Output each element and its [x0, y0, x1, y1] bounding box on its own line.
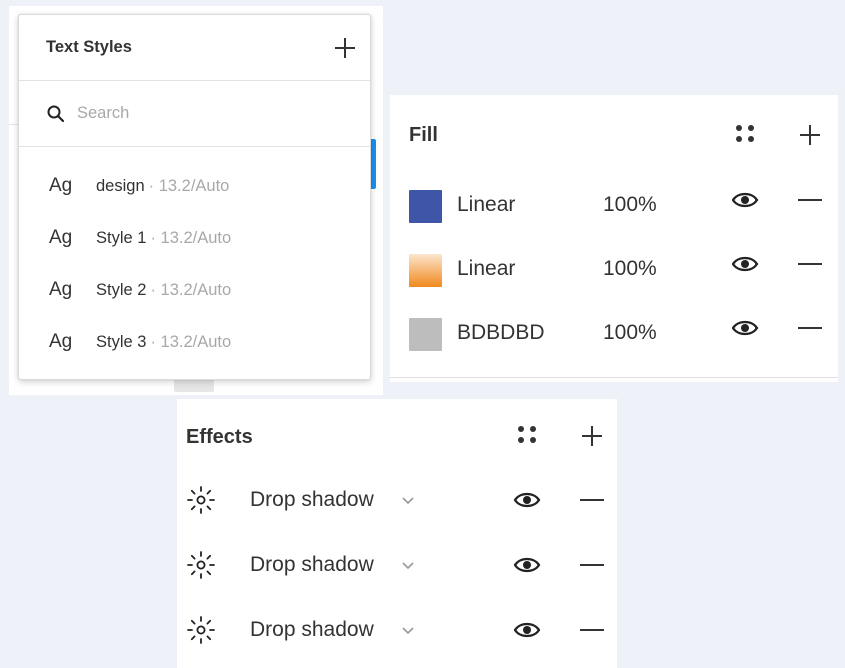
- effect-type-label[interactable]: Drop shadow: [250, 553, 374, 577]
- text-style-name: Style 2: [96, 280, 147, 299]
- text-style-meta: · 13.2/Auto: [150, 332, 232, 351]
- effect-type-label[interactable]: Drop shadow: [250, 618, 374, 642]
- eye-icon[interactable]: [731, 190, 759, 210]
- fill-panel: Fill Linear 100% Linear 100% BDBDBD 100%: [390, 95, 838, 382]
- text-style-ag-icon: Ag: [49, 279, 73, 300]
- text-styles-title: Text Styles: [46, 38, 132, 56]
- fill-type-label[interactable]: Linear: [457, 257, 515, 281]
- style-dots-icon[interactable]: [735, 124, 757, 146]
- eye-icon[interactable]: [513, 490, 541, 510]
- text-style-item[interactable]: Ag design · 13.2/Auto: [19, 160, 370, 212]
- text-style-item[interactable]: Ag Style 2 · 13.2/Auto: [19, 264, 370, 316]
- minus-icon[interactable]: [798, 263, 822, 265]
- chevron-down-icon[interactable]: [401, 496, 415, 506]
- sun-icon[interactable]: [186, 550, 216, 580]
- fill-header: Fill: [390, 95, 838, 175]
- add-fill-icon[interactable]: [799, 124, 821, 146]
- fill-title: Fill: [409, 123, 438, 146]
- fill-row: BDBDBD 100%: [390, 295, 838, 359]
- effect-type-label[interactable]: Drop shadow: [250, 488, 374, 512]
- text-style-name: design: [96, 176, 145, 195]
- sun-icon[interactable]: [186, 615, 216, 645]
- minus-icon[interactable]: [798, 199, 822, 201]
- text-style-item[interactable]: Ag Style 3 · 13.2/Auto: [19, 316, 370, 368]
- add-style-icon[interactable]: [334, 37, 356, 59]
- eye-icon[interactable]: [731, 254, 759, 274]
- effects-title: Effects: [186, 425, 253, 448]
- fill-type-label[interactable]: BDBDBD: [457, 321, 545, 345]
- chevron-down-icon[interactable]: [401, 561, 415, 571]
- style-dots-icon[interactable]: [517, 425, 539, 447]
- sun-icon[interactable]: [186, 485, 216, 515]
- search-input[interactable]: [77, 104, 327, 123]
- minus-icon[interactable]: [580, 564, 604, 566]
- text-style-list: Ag design · 13.2/Auto Ag Style 1 · 13.2/…: [19, 147, 370, 368]
- minus-icon[interactable]: [580, 499, 604, 501]
- text-styles-container: Text Styles Ag design · 13.2/Auto Ag Sty…: [9, 6, 383, 395]
- text-styles-header: Text Styles: [19, 15, 370, 81]
- effect-row: Drop shadow: [177, 615, 617, 668]
- text-style-meta: · 13.2/Auto: [150, 280, 232, 299]
- text-style-ag-icon: Ag: [49, 175, 73, 196]
- fill-opacity[interactable]: 100%: [603, 257, 657, 281]
- text-style-ag-icon: Ag: [49, 227, 73, 248]
- search-icon: [47, 105, 65, 122]
- fill-opacity[interactable]: 100%: [603, 321, 657, 345]
- search-bar: [19, 81, 370, 147]
- effect-row: Drop shadow: [177, 550, 617, 615]
- text-style-name: Style 3: [96, 332, 147, 351]
- fill-swatch[interactable]: [409, 254, 442, 287]
- effect-row: Drop shadow: [177, 485, 617, 550]
- text-styles-dropdown: Text Styles Ag design · 13.2/Auto Ag Sty…: [18, 14, 371, 380]
- minus-icon[interactable]: [798, 327, 822, 329]
- text-style-meta: · 13.2/Auto: [148, 176, 230, 195]
- effects-header: Effects: [177, 399, 617, 475]
- text-style-item[interactable]: Ag Style 1 · 13.2/Auto: [19, 212, 370, 264]
- fill-type-label[interactable]: Linear: [457, 193, 515, 217]
- minus-icon[interactable]: [580, 629, 604, 631]
- fill-opacity[interactable]: 100%: [603, 193, 657, 217]
- fill-row: Linear 100%: [390, 167, 838, 231]
- text-style-meta: · 13.2/Auto: [150, 228, 232, 247]
- text-style-name: Style 1: [96, 228, 147, 247]
- text-style-ag-icon: Ag: [49, 331, 73, 352]
- chevron-down-icon[interactable]: [401, 626, 415, 636]
- fill-divider: [390, 377, 838, 378]
- eye-icon[interactable]: [513, 620, 541, 640]
- fill-swatch[interactable]: [409, 190, 442, 223]
- eye-icon[interactable]: [731, 318, 759, 338]
- fill-swatch[interactable]: [409, 318, 442, 351]
- eye-icon[interactable]: [513, 555, 541, 575]
- add-effect-icon[interactable]: [581, 425, 603, 447]
- effects-panel: Effects Drop shadow Drop shadow Drop sha…: [177, 399, 617, 668]
- fill-row: Linear 100%: [390, 231, 838, 295]
